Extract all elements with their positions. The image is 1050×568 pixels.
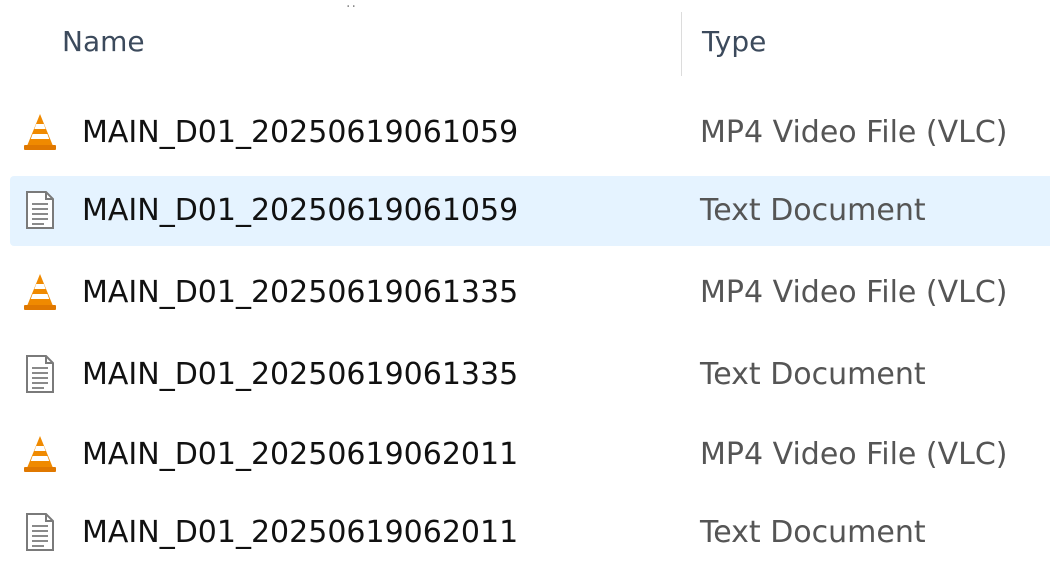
file-row[interactable]: MAIN_D01_20250619061335 MP4 Video File (… xyxy=(10,258,1050,328)
file-name: MAIN_D01_20250619062011 xyxy=(82,437,519,472)
column-divider[interactable] xyxy=(681,12,682,76)
text-document-icon xyxy=(22,354,58,394)
file-name: MAIN_D01_20250619061059 xyxy=(82,115,519,150)
text-document-icon xyxy=(22,512,58,552)
file-type: MP4 Video File (VLC) xyxy=(700,275,1008,310)
vlc-cone-icon xyxy=(22,272,58,312)
file-list: ·· Name Type MAIN_D01_20250619061059 MP4… xyxy=(0,0,1050,558)
file-type: MP4 Video File (VLC) xyxy=(700,115,1008,150)
file-row[interactable]: MAIN_D01_20250619061059 MP4 Video File (… xyxy=(10,98,1050,168)
file-name: MAIN_D01_20250619061059 xyxy=(82,193,519,228)
file-type: Text Document xyxy=(700,357,926,392)
vlc-cone-icon xyxy=(22,434,58,474)
vlc-cone-icon xyxy=(22,112,58,152)
column-header-row: Name Type xyxy=(0,0,1050,90)
file-row[interactable]: MAIN_D01_20250619061335 Text Document xyxy=(10,340,1050,410)
file-row[interactable]: MAIN_D01_20250619062011 MP4 Video File (… xyxy=(10,420,1050,490)
file-type: MP4 Video File (VLC) xyxy=(700,437,1008,472)
column-header-type[interactable]: Type xyxy=(702,22,766,62)
file-type: Text Document xyxy=(700,515,926,550)
file-name: MAIN_D01_20250619061335 xyxy=(82,275,519,310)
column-header-name[interactable]: Name xyxy=(62,22,145,62)
file-name: MAIN_D01_20250619062011 xyxy=(82,515,519,550)
file-name: MAIN_D01_20250619061335 xyxy=(82,357,519,392)
file-row[interactable]: MAIN_D01_20250619061059 Text Document xyxy=(10,176,1050,246)
text-document-icon xyxy=(22,190,58,230)
file-type: Text Document xyxy=(700,193,926,228)
